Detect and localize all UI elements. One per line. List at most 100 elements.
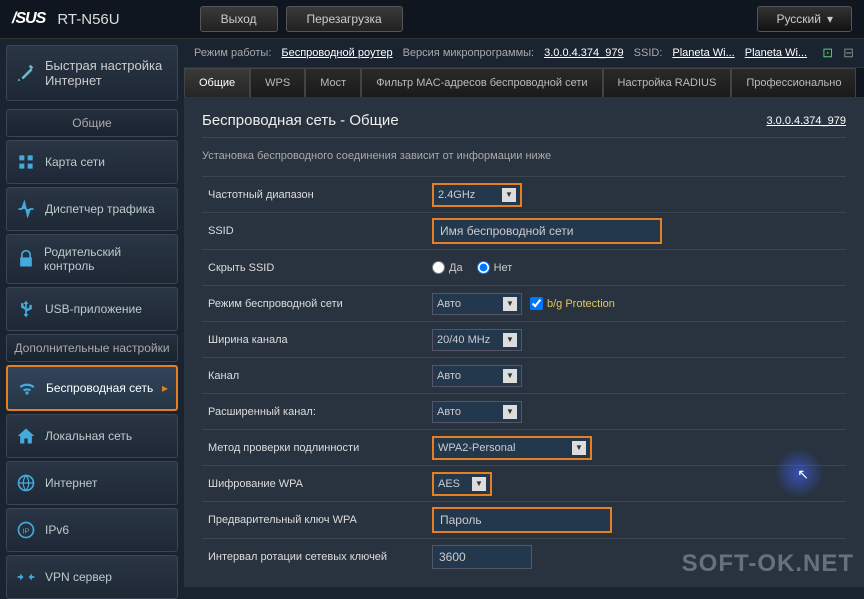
psk-label: Предварительный ключ WPA <box>202 514 432 526</box>
map-icon <box>15 151 37 173</box>
lock-icon <box>15 248 36 270</box>
sidebar-item-label: Быстрая настройка Интернет <box>45 58 169 88</box>
hide-ssid-no[interactable]: Нет <box>477 261 513 274</box>
quick-setup-button[interactable]: Быстрая настройка Интернет <box>6 45 178 101</box>
chevron-down-icon: ▾ <box>827 12 833 26</box>
traffic-icon <box>15 198 37 220</box>
tab-wps[interactable]: WPS <box>250 68 305 97</box>
globe-icon <box>15 472 37 494</box>
tab-настройка-radius[interactable]: Настройка RADIUS <box>603 68 732 97</box>
band-select[interactable]: 2.4GHz ▼ <box>432 183 522 207</box>
sidebar-item-vpn[interactable]: VPN сервер <box>6 555 178 599</box>
svg-text:IP: IP <box>22 526 29 535</box>
bg-protection-checkbox[interactable]: b/g Protection <box>530 297 615 310</box>
enc-select[interactable]: AES ▼ <box>432 472 492 496</box>
header-bar: /SUS RT-N56U Выход Перезагрузка Русский … <box>0 0 864 39</box>
chevron-down-icon: ▼ <box>503 369 517 383</box>
wifi-status-icon[interactable]: ⊡ <box>822 45 833 61</box>
sidebar-item-lock[interactable]: Родительский контроль <box>6 234 178 284</box>
channel-value: Авто <box>437 370 461 382</box>
tab-общие[interactable]: Общие <box>184 68 250 97</box>
sidebar-item-home[interactable]: Локальная сеть <box>6 414 178 458</box>
extch-label: Расширенный канал: <box>202 406 432 418</box>
extch-value: Авто <box>437 406 461 418</box>
wand-icon <box>15 62 37 84</box>
model-name: RT-N56U <box>57 11 119 28</box>
language-dropdown[interactable]: Русский ▾ <box>757 6 852 32</box>
chwidth-select[interactable]: 20/40 MHz ▼ <box>432 329 522 351</box>
sidebar-item-label: Родительский контроль <box>44 245 169 273</box>
vpn-icon <box>15 566 37 588</box>
fw-label: Версия микропрограммы: <box>403 47 535 59</box>
enc-value: AES <box>438 478 460 490</box>
channel-label: Канал <box>202 370 432 382</box>
band-label: Частотный диапазон <box>202 189 432 201</box>
wifi-icon <box>16 377 38 399</box>
sidebar-item-traffic[interactable]: Диспетчер трафика <box>6 187 178 231</box>
sidebar-item-label: Локальная сеть <box>45 429 132 443</box>
sidebar-item-wifi[interactable]: Беспроводная сеть▸ <box>6 365 178 411</box>
status-icons: ⊡ ⊟ <box>822 45 854 61</box>
rekey-label: Интервал ротации сетевых ключей <box>202 551 432 563</box>
tab-профессионально[interactable]: Профессионально <box>731 68 856 97</box>
chevron-down-icon: ▼ <box>503 405 517 419</box>
auth-label: Метод проверки подлинности <box>202 442 432 454</box>
sidebar-item-label: USB-приложение <box>45 302 142 316</box>
sidebar-item-label: IPv6 <box>45 523 69 537</box>
page-title: Беспроводная сеть - Общие <box>202 112 399 129</box>
sidebar-item-label: Интернет <box>45 476 97 490</box>
wmode-select[interactable]: Авто ▼ <box>432 293 522 315</box>
ssid2-link[interactable]: Planeta Wi... <box>745 47 807 59</box>
sidebar-item-label: Карта сети <box>45 155 105 169</box>
chwidth-value: 20/40 MHz <box>437 334 490 346</box>
extch-select[interactable]: Авто ▼ <box>432 401 522 423</box>
usb-status-icon[interactable]: ⊟ <box>843 45 854 61</box>
ssid1-link[interactable]: Planeta Wi... <box>672 47 734 59</box>
page-title-row: Беспроводная сеть - Общие 3.0.0.4.374_97… <box>202 112 846 138</box>
language-label: Русский <box>776 12 821 26</box>
sidebar: Быстрая настройка Интернет Общие Карта с… <box>0 39 184 587</box>
tab-bar: ОбщиеWPSМостФильтр MAC-адресов беспровод… <box>184 68 864 98</box>
brand-logo: /SUS <box>12 10 45 28</box>
chevron-down-icon: ▼ <box>502 188 516 202</box>
ssid-label: SSID: <box>634 47 663 59</box>
logout-button[interactable]: Выход <box>200 6 278 32</box>
channel-select[interactable]: Авто ▼ <box>432 365 522 387</box>
ssid-field-label: SSID <box>202 225 432 237</box>
psk-input[interactable] <box>432 507 612 533</box>
usb-icon <box>15 298 37 320</box>
auth-value: WPA2-Personal <box>438 442 515 454</box>
chevron-right-icon: ▸ <box>162 381 168 395</box>
sidebar-section-advanced: Дополнительные настройки <box>6 334 178 362</box>
sidebar-item-label: VPN сервер <box>45 570 112 584</box>
info-bar: Режим работы: Беспроводной роутер Версия… <box>184 39 864 68</box>
fw-link[interactable]: 3.0.0.4.374_979 <box>544 47 624 59</box>
auth-select[interactable]: WPA2-Personal ▼ <box>432 436 592 460</box>
chevron-down-icon: ▼ <box>472 477 486 491</box>
tab-мост[interactable]: Мост <box>305 68 361 97</box>
chevron-down-icon: ▼ <box>503 297 517 311</box>
sidebar-item-map[interactable]: Карта сети <box>6 140 178 184</box>
sidebar-item-globe[interactable]: Интернет <box>6 461 178 505</box>
chevron-down-icon: ▼ <box>503 333 517 347</box>
page-desc: Установка беспроводного соединения завис… <box>202 150 846 162</box>
tab-фильтр-mac-адресов-беспроводной-сети[interactable]: Фильтр MAC-адресов беспроводной сети <box>361 68 602 97</box>
wmode-value: Авто <box>437 298 461 310</box>
sidebar-item-usb[interactable]: USB-приложение <box>6 287 178 331</box>
rekey-input[interactable] <box>432 545 532 569</box>
ip-icon: IP <box>15 519 37 541</box>
sidebar-item-ip[interactable]: IP IPv6 <box>6 508 178 552</box>
fw-version-link[interactable]: 3.0.0.4.374_979 <box>766 115 846 127</box>
hide-ssid-yes[interactable]: Да <box>432 261 463 274</box>
chwidth-label: Ширина канала <box>202 334 432 346</box>
mode-link[interactable]: Беспроводной роутер <box>281 47 392 59</box>
chevron-down-icon: ▼ <box>572 441 586 455</box>
mode-label: Режим работы: <box>194 47 271 59</box>
home-icon <box>15 425 37 447</box>
reboot-button[interactable]: Перезагрузка <box>286 6 403 32</box>
wmode-label: Режим беспроводной сети <box>202 298 432 310</box>
sidebar-section-general: Общие <box>6 109 178 137</box>
sidebar-item-label: Диспетчер трафика <box>45 202 155 216</box>
ssid-input[interactable] <box>432 218 662 244</box>
enc-label: Шифрование WPA <box>202 478 432 490</box>
